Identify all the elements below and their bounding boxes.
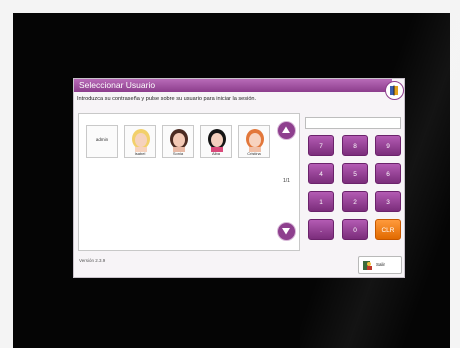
user-tile-admin[interactable]: admin: [86, 125, 118, 158]
user-name: Sonia: [172, 151, 184, 156]
numeric-keypad: 7 8 9 4 5 6 1 2 3 . 0 CLR: [308, 135, 404, 245]
key-3[interactable]: 3: [375, 191, 401, 212]
key-5[interactable]: 5: [342, 163, 368, 184]
user-name: Alba: [211, 151, 220, 156]
window-title: Seleccionar Usuario: [74, 79, 392, 92]
key-0[interactable]: 0: [342, 219, 368, 240]
redhead-woman-icon: [246, 129, 264, 152]
key-2[interactable]: 2: [342, 191, 368, 212]
blonde-woman-icon: [132, 129, 150, 152]
user-tile-cristina[interactable]: Cristina: [238, 125, 270, 158]
version-text: Versión 2.3.9: [79, 258, 106, 263]
exit-label: Salir: [376, 262, 386, 267]
user-name: admin: [95, 137, 109, 142]
user-name: Isabel: [134, 151, 146, 156]
key-1[interactable]: 1: [308, 191, 334, 212]
arrow-down-icon: [282, 228, 290, 235]
arrow-up-icon: [282, 126, 290, 133]
scroll-up-button[interactable]: [277, 121, 296, 140]
user-tile-sonia[interactable]: Sonia: [162, 125, 194, 158]
exit-button[interactable]: Salir: [358, 256, 402, 274]
user-tile-isabel[interactable]: Isabel: [124, 125, 156, 158]
clear-key[interactable]: CLR: [375, 219, 401, 240]
help-book-icon[interactable]: [385, 81, 404, 100]
user-tile-alba[interactable]: Alba: [200, 125, 232, 158]
key-4[interactable]: 4: [308, 163, 334, 184]
key-9[interactable]: 9: [375, 135, 401, 156]
key-6[interactable]: 6: [375, 163, 401, 184]
dark-hair-woman-icon: [208, 129, 226, 152]
exit-door-icon: [363, 261, 372, 270]
key-decimal[interactable]: .: [308, 219, 334, 240]
scroll-down-button[interactable]: [277, 222, 296, 241]
user-name: Cristina: [247, 151, 261, 156]
select-user-window: Seleccionar Usuario Introduzca su contra…: [73, 78, 405, 278]
key-7[interactable]: 7: [308, 135, 334, 156]
key-8[interactable]: 8: [342, 135, 368, 156]
users-panel: admin Isabel Sonia Alba Cristina: [78, 113, 300, 251]
brunette-woman-icon: [170, 129, 188, 152]
page-indicator: 1/1: [283, 178, 290, 184]
password-input[interactable]: [305, 117, 401, 129]
instructions-text: Introduzca su contraseña y pulse sobre s…: [77, 96, 257, 102]
